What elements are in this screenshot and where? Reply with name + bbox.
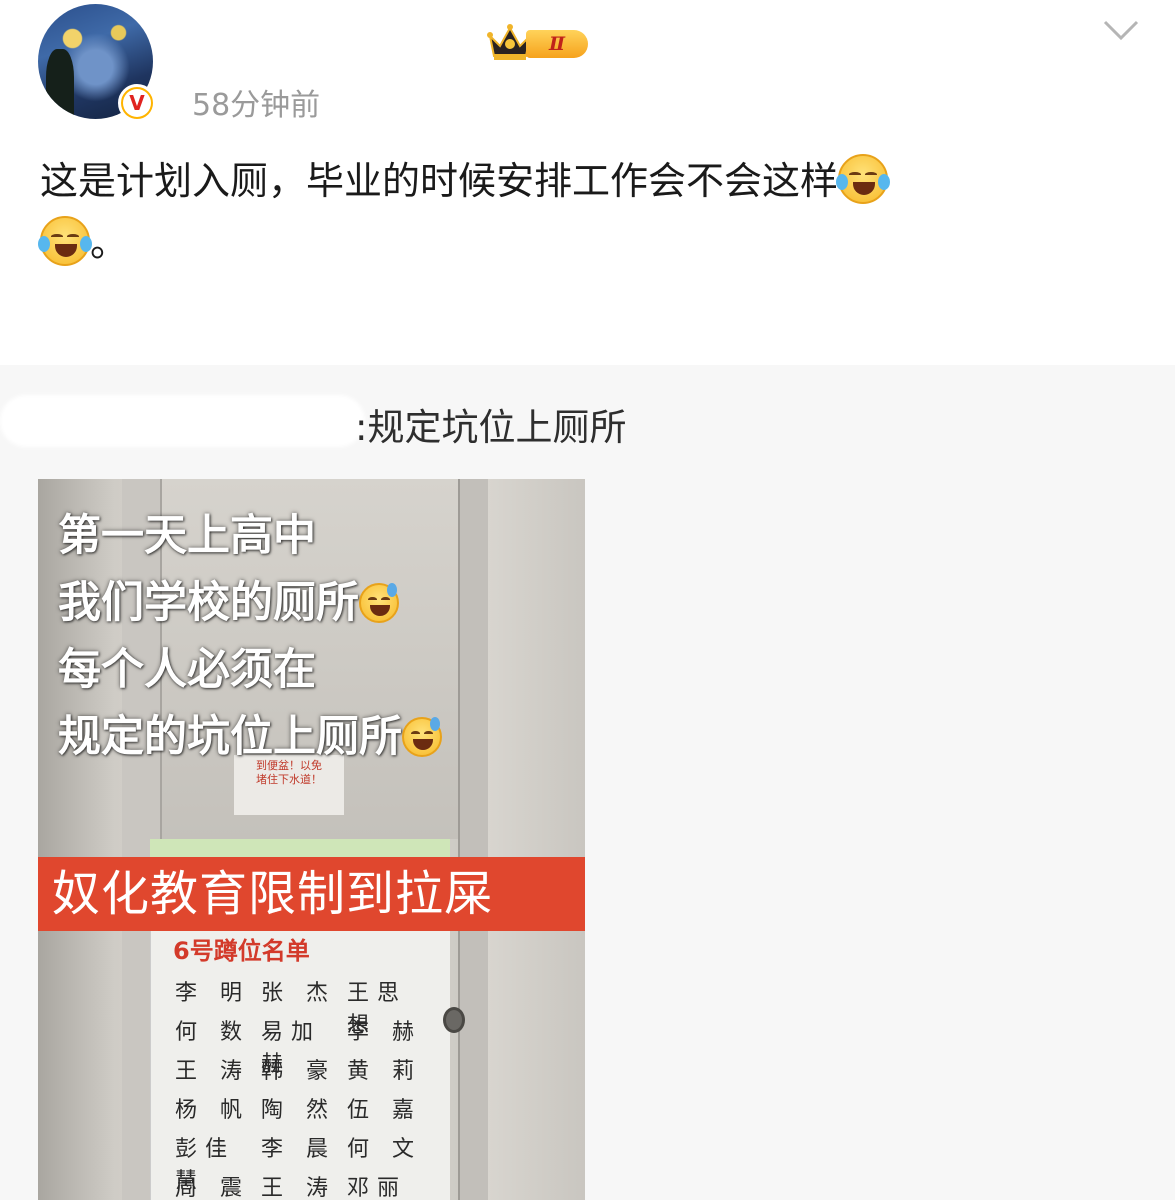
name-cell: 周 震 bbox=[175, 1176, 250, 1200]
name-cell: 王 涛 bbox=[175, 1059, 250, 1084]
overlay-line-2: 我们学校的厕所 bbox=[58, 578, 359, 628]
stall-frame-right bbox=[458, 479, 488, 1200]
name-grid: 李 明 张 杰 王思想 何 数 易加赫 李 赫 王 涛 韩 豪 黄 莉 杨 帆 … bbox=[175, 975, 435, 1200]
post-text-tail: 。 bbox=[90, 221, 129, 265]
door-lock-icon bbox=[443, 1007, 465, 1033]
verified-badge-icon: V bbox=[118, 84, 156, 122]
name-row: 王 涛 韩 豪 黄 莉 bbox=[175, 1053, 435, 1092]
post-text-line1: 这是计划入厕，毕业的时候安排工作会不会这样 bbox=[40, 159, 839, 203]
overlay-line-3: 每个人必须在 bbox=[58, 645, 316, 695]
laughing-crying-emoji-icon bbox=[38, 216, 92, 266]
name-row: 李 明 张 杰 王思想 bbox=[175, 975, 435, 1038]
name-cell: 何 文 bbox=[347, 1137, 422, 1162]
name-row: 彭佳慧 李 晨 何 文 bbox=[175, 1131, 435, 1194]
name-cell: 伍 嘉 bbox=[347, 1098, 422, 1123]
blurred-username bbox=[0, 395, 365, 447]
name-row: 杨 帆 陶 然 伍 嘉 bbox=[175, 1092, 435, 1131]
name-cell: 李 赫 bbox=[347, 1020, 422, 1045]
repost-text: :规定坑位上厕所 bbox=[355, 406, 627, 449]
overlay-line-4: 规定的坑位上厕所 bbox=[58, 712, 402, 762]
stall-name-list: 6号蹲位名单 李 明 张 杰 王思想 何 数 易加赫 李 赫 王 涛 韩 豪 黄… bbox=[150, 931, 450, 1200]
name-cell: 彭佳慧 bbox=[175, 1137, 236, 1194]
name-row: 周 震 王 涛 邓丽欣 bbox=[175, 1170, 435, 1200]
name-cell: 王思想 bbox=[347, 981, 408, 1038]
chevron-down-icon[interactable] bbox=[1102, 18, 1140, 42]
repost-image[interactable]: 到便盆！以免 堵住下水道！ 第一天上高中 我们学校的厕所 每个人必须在 规定的坑… bbox=[38, 479, 585, 1200]
name-cell: 李 晨 bbox=[261, 1137, 336, 1162]
name-cell: 邓丽欣 bbox=[347, 1176, 408, 1200]
image-overlay-text: 第一天上高中 我们学校的厕所 每个人必须在 规定的坑位上厕所 bbox=[58, 503, 442, 771]
sweat-smile-emoji-icon bbox=[359, 583, 399, 623]
paper-top-edge bbox=[150, 839, 450, 859]
repost-card[interactable]: :规定坑位上厕所 到便盆！以免 堵住下水道！ 第一天上高中 我们学校的厕所 每个… bbox=[0, 365, 1175, 1200]
name-cell: 黄 莉 bbox=[347, 1059, 422, 1084]
post-timestamp: 58分钟前 bbox=[192, 88, 321, 123]
name-row: 何 数 易加赫 李 赫 bbox=[175, 1014, 435, 1077]
name-cell: 王 涛 bbox=[261, 1176, 336, 1200]
laughing-crying-emoji-icon bbox=[836, 154, 891, 204]
overlay-line-1: 第一天上高中 bbox=[58, 511, 316, 561]
name-cell: 易加赫 bbox=[261, 1020, 322, 1077]
red-caption-banner: 奴化教育限制到拉屎 bbox=[38, 857, 585, 931]
name-cell: 陶 然 bbox=[261, 1098, 336, 1123]
stall-right-wall bbox=[488, 479, 585, 1200]
name-cell: 何 数 bbox=[175, 1020, 250, 1045]
small-sign-line2: 堵住下水道！ bbox=[256, 773, 322, 786]
list-title: 6号蹲位名单 bbox=[173, 937, 310, 965]
name-cell: 张 杰 bbox=[261, 981, 336, 1006]
name-cell: 杨 帆 bbox=[175, 1098, 250, 1123]
sweat-smile-emoji-icon bbox=[402, 717, 442, 757]
name-cell: 李 明 bbox=[175, 981, 250, 1006]
vip-level-label: Ⅱ bbox=[526, 30, 588, 58]
vip-badge[interactable]: Ⅱ bbox=[486, 22, 594, 62]
post-body: 这是计划入厕，毕业的时候安排工作会不会这样 。 bbox=[38, 150, 1040, 274]
post-header: V Ⅱ 58分钟前 bbox=[0, 0, 1175, 130]
name-cell: 韩 豪 bbox=[261, 1059, 336, 1084]
